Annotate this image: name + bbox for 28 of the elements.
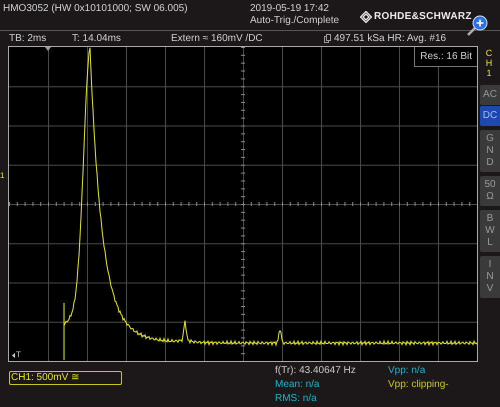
measurement-readout: RMS: n/a [275, 392, 318, 406]
coupling-button[interactable]: AC [480, 85, 500, 105]
channel-label: CH1 [486, 48, 492, 78]
coupling-button[interactable]: INV [480, 256, 500, 298]
trigger-status: Auto-Trig./Complete [250, 15, 340, 27]
timebase: TB: 2ms [9, 32, 48, 44]
brand-logo-text: ROHDE&SCHWARZ [374, 11, 472, 23]
trigger-marker: T [16, 351, 21, 359]
channel-level-marker: 1 [0, 172, 4, 180]
measurement-readout: Vpp: clipping- [388, 378, 450, 392]
resolution-label: Res.: 16 Bit [414, 47, 477, 67]
trigger-position-marker-icon [45, 47, 51, 51]
logo-diamond-icon [360, 11, 372, 23]
trigger-arrow-icon [12, 352, 15, 358]
date-time: 2019-05-19 17:42 [250, 3, 330, 15]
coupling-button[interactable]: GND [480, 130, 500, 172]
measurement-readout: Vpp: n/a [388, 364, 426, 378]
acquisition-icon [324, 34, 331, 43]
measurement-readout: Mean: n/a [275, 378, 320, 392]
coupling-button[interactable]: BWL [480, 210, 500, 252]
coupling-button[interactable]: 50 Ω [480, 176, 500, 206]
measurement-readout: f(Tr): 43.40647 Hz [275, 364, 357, 378]
acquisition-info: 497.51 kSa HR: Avg. #16 [334, 32, 446, 44]
channel-scale-label: CH1: 500mV ≅ [9, 371, 122, 385]
coupling-button[interactable]: DC [480, 106, 500, 126]
trigger-source: Extern ≈ 160mV /DC [171, 32, 264, 44]
trigger-time: T: 14.04ms [72, 32, 122, 44]
device-info: HMO3052 (HW 0x10101000; SW 06.005) [3, 3, 189, 15]
